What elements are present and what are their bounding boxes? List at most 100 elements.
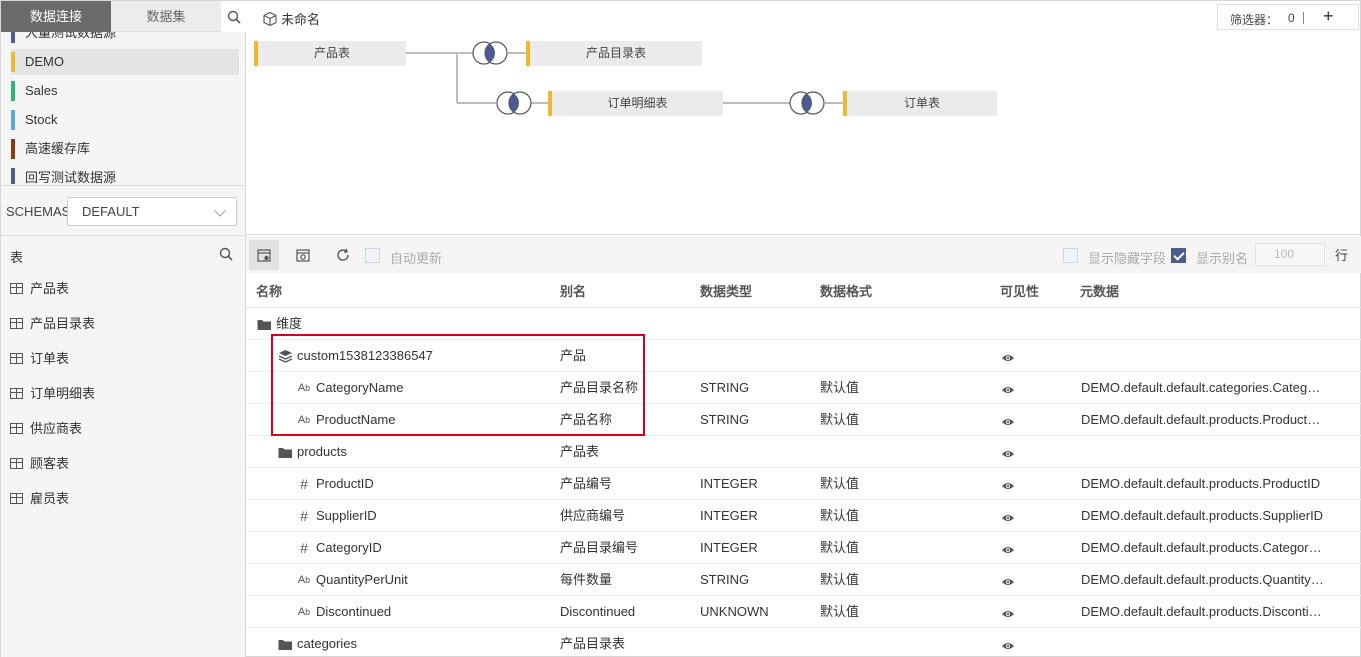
cube-icon <box>263 11 277 26</box>
cell-name: categories <box>297 636 357 651</box>
eye-icon[interactable] <box>1001 543 1015 558</box>
tab-data-connection[interactable]: 数据连接 <box>1 1 111 32</box>
filter-count: 0 <box>1288 11 1295 25</box>
cell-format <box>820 308 980 340</box>
filter-separator <box>1303 12 1304 24</box>
datasource-item[interactable]: Stock <box>11 107 239 133</box>
datasource-label: Sales <box>25 83 58 98</box>
cell-metadata: DEMO.default.default.products.CategoryID <box>1081 540 1326 555</box>
node-order-table[interactable]: 订单表 <box>843 91 997 116</box>
table-list-item[interactable]: 顾客表 <box>10 452 230 476</box>
field-view-button[interactable] <box>249 240 279 270</box>
cell-format: 默认值 <box>820 604 860 619</box>
table-list-item[interactable]: 供应商表 <box>10 417 230 441</box>
cell-name: 维度 <box>276 316 303 331</box>
header-name: 名称 <box>256 284 283 299</box>
table-icon <box>10 388 23 399</box>
add-filter-icon[interactable]: + <box>1323 6 1334 27</box>
inner-join-icon[interactable] <box>496 91 532 115</box>
cell-alias: 产品目录表 <box>560 636 626 651</box>
table-list-item[interactable]: 产品表 <box>10 277 230 301</box>
table-row[interactable]: # CategoryID 产品目录编号 INTEGER 默认值 DEMO.default.… <box>246 532 1361 564</box>
left-panel: 数据连接 数据集 大量测试数据源 DEMO Sales Stock 高速缓存库回写测试数… <box>1 1 246 657</box>
table-list-item[interactable]: 产品目录表 <box>10 312 230 336</box>
show-alias-checkbox[interactable] <box>1171 248 1186 263</box>
cell-alias: 产品目录名称 <box>560 380 639 395</box>
cell-alias: 产品名称 <box>560 412 613 427</box>
cell-alias <box>560 308 690 340</box>
eye-icon[interactable] <box>1001 383 1015 398</box>
eye-icon[interactable] <box>1001 415 1015 430</box>
cell-metadata <box>1081 628 1326 657</box>
cell-metadata <box>1081 340 1326 372</box>
table-row[interactable]: Ab ProductName 产品名称 STRING 默认值 DEMO.default.d… <box>246 404 1361 436</box>
datasource-label: DEMO <box>25 54 64 69</box>
table-row[interactable]: Ab Discontinued Discontinued UNKNOWN 默认值 DEMO… <box>246 596 1361 628</box>
tab-dataset[interactable]: 数据集 <box>111 1 221 32</box>
text-type-icon: Ab <box>297 574 311 586</box>
folder-icon <box>277 444 293 460</box>
table-row[interactable]: custom1538123386547 产品 <box>246 340 1361 372</box>
dataset-title[interactable]: 未命名 <box>262 9 320 28</box>
table-row[interactable]: Ab CategoryName 产品目录名称 STRING 默认值 DEMO.defaul… <box>246 372 1361 404</box>
schema-select[interactable]: DEFAULT <box>67 197 237 226</box>
folder-icon <box>277 636 293 652</box>
auto-update-label: 自动更新 <box>390 251 443 266</box>
table-list-item[interactable]: 雇员表 <box>10 487 230 511</box>
table-search-icon[interactable] <box>219 247 233 264</box>
inner-join-icon[interactable] <box>472 41 508 65</box>
eye-icon[interactable] <box>1001 607 1015 622</box>
cell-format: 默认值 <box>820 476 860 491</box>
datasource-item[interactable]: 大量测试数据源 <box>11 32 239 46</box>
row-count-input[interactable]: 100 <box>1255 243 1325 266</box>
datasource-item[interactable]: DEMO <box>11 49 239 75</box>
cell-format: 默认值 <box>820 540 860 555</box>
eye-icon[interactable] <box>1001 575 1015 590</box>
cell-name: SupplierID <box>316 508 377 523</box>
datasource-item[interactable]: 高速缓存库 <box>11 136 239 162</box>
eye-icon[interactable] <box>1001 639 1015 654</box>
join-diagram: 未命名 筛选器： 0 + 产品表 产品目录表 订单明细表 订单表 <box>246 1 1361 235</box>
datasource-color-bar <box>11 32 15 43</box>
schema-row: SCHEMAS DEFAULT <box>1 185 245 236</box>
node-catalog-table[interactable]: 产品目录表 <box>526 41 702 66</box>
cell-name: ProductID <box>316 476 374 491</box>
table-row[interactable]: # ProductID 产品编号 INTEGER 默认值 DEMO.default.def… <box>246 468 1361 500</box>
filter-box: 筛选器： 0 + <box>1217 4 1359 30</box>
show-hidden-checkbox[interactable] <box>1063 248 1078 263</box>
eye-icon[interactable] <box>1001 351 1015 366</box>
cell-type: STRING <box>700 572 750 587</box>
field-grid: 名称 别名 数据类型 数据格式 可见性 元数据 维度 custom15381233… <box>246 274 1361 657</box>
datasource-item[interactable]: 回写测试数据源 <box>11 165 239 184</box>
cell-name: CategoryID <box>316 540 382 555</box>
table-row[interactable]: products 产品表 <box>246 436 1361 468</box>
datasource-label: 大量测试数据源 <box>25 32 117 40</box>
text-type-icon: Ab <box>297 382 311 394</box>
table-row[interactable]: 维度 <box>246 308 1361 340</box>
table-list-item[interactable]: 订单表 <box>10 347 230 371</box>
table-row[interactable]: # SupplierID 供应商编号 INTEGER 默认值 DEMO.default.d… <box>246 500 1361 532</box>
node-product-table[interactable]: 产品表 <box>254 41 406 66</box>
refresh-button[interactable] <box>328 240 358 270</box>
cell-format: 默认值 <box>820 380 860 395</box>
eye-icon[interactable] <box>1001 447 1015 462</box>
cell-type <box>700 628 810 657</box>
table-list-item[interactable]: 订单明细表 <box>10 382 230 406</box>
datasource-label: Stock <box>25 112 58 127</box>
tables-label: 表 <box>10 250 24 265</box>
cell-metadata: DEMO.default.default.products.SupplierID <box>1081 508 1324 523</box>
node-order-detail-table[interactable]: 订单明细表 <box>548 91 723 116</box>
table-row[interactable]: categories 产品目录表 <box>246 628 1361 657</box>
table-row[interactable]: Ab QuantityPerUnit 每件数量 STRING 默认值 DEMO.defau… <box>246 564 1361 596</box>
cell-type: INTEGER <box>700 508 758 523</box>
preview-button[interactable] <box>288 240 318 270</box>
search-icon[interactable] <box>221 1 246 32</box>
datasource-item[interactable]: Sales <box>11 78 239 104</box>
field-settings-icon <box>257 249 271 262</box>
eye-icon[interactable] <box>1001 511 1015 526</box>
table-label: 产品表 <box>30 281 70 296</box>
auto-update-checkbox[interactable] <box>365 248 380 263</box>
eye-icon[interactable] <box>1001 479 1015 494</box>
inner-join-icon[interactable] <box>789 91 825 115</box>
cell-alias: 产品目录编号 <box>560 540 639 555</box>
